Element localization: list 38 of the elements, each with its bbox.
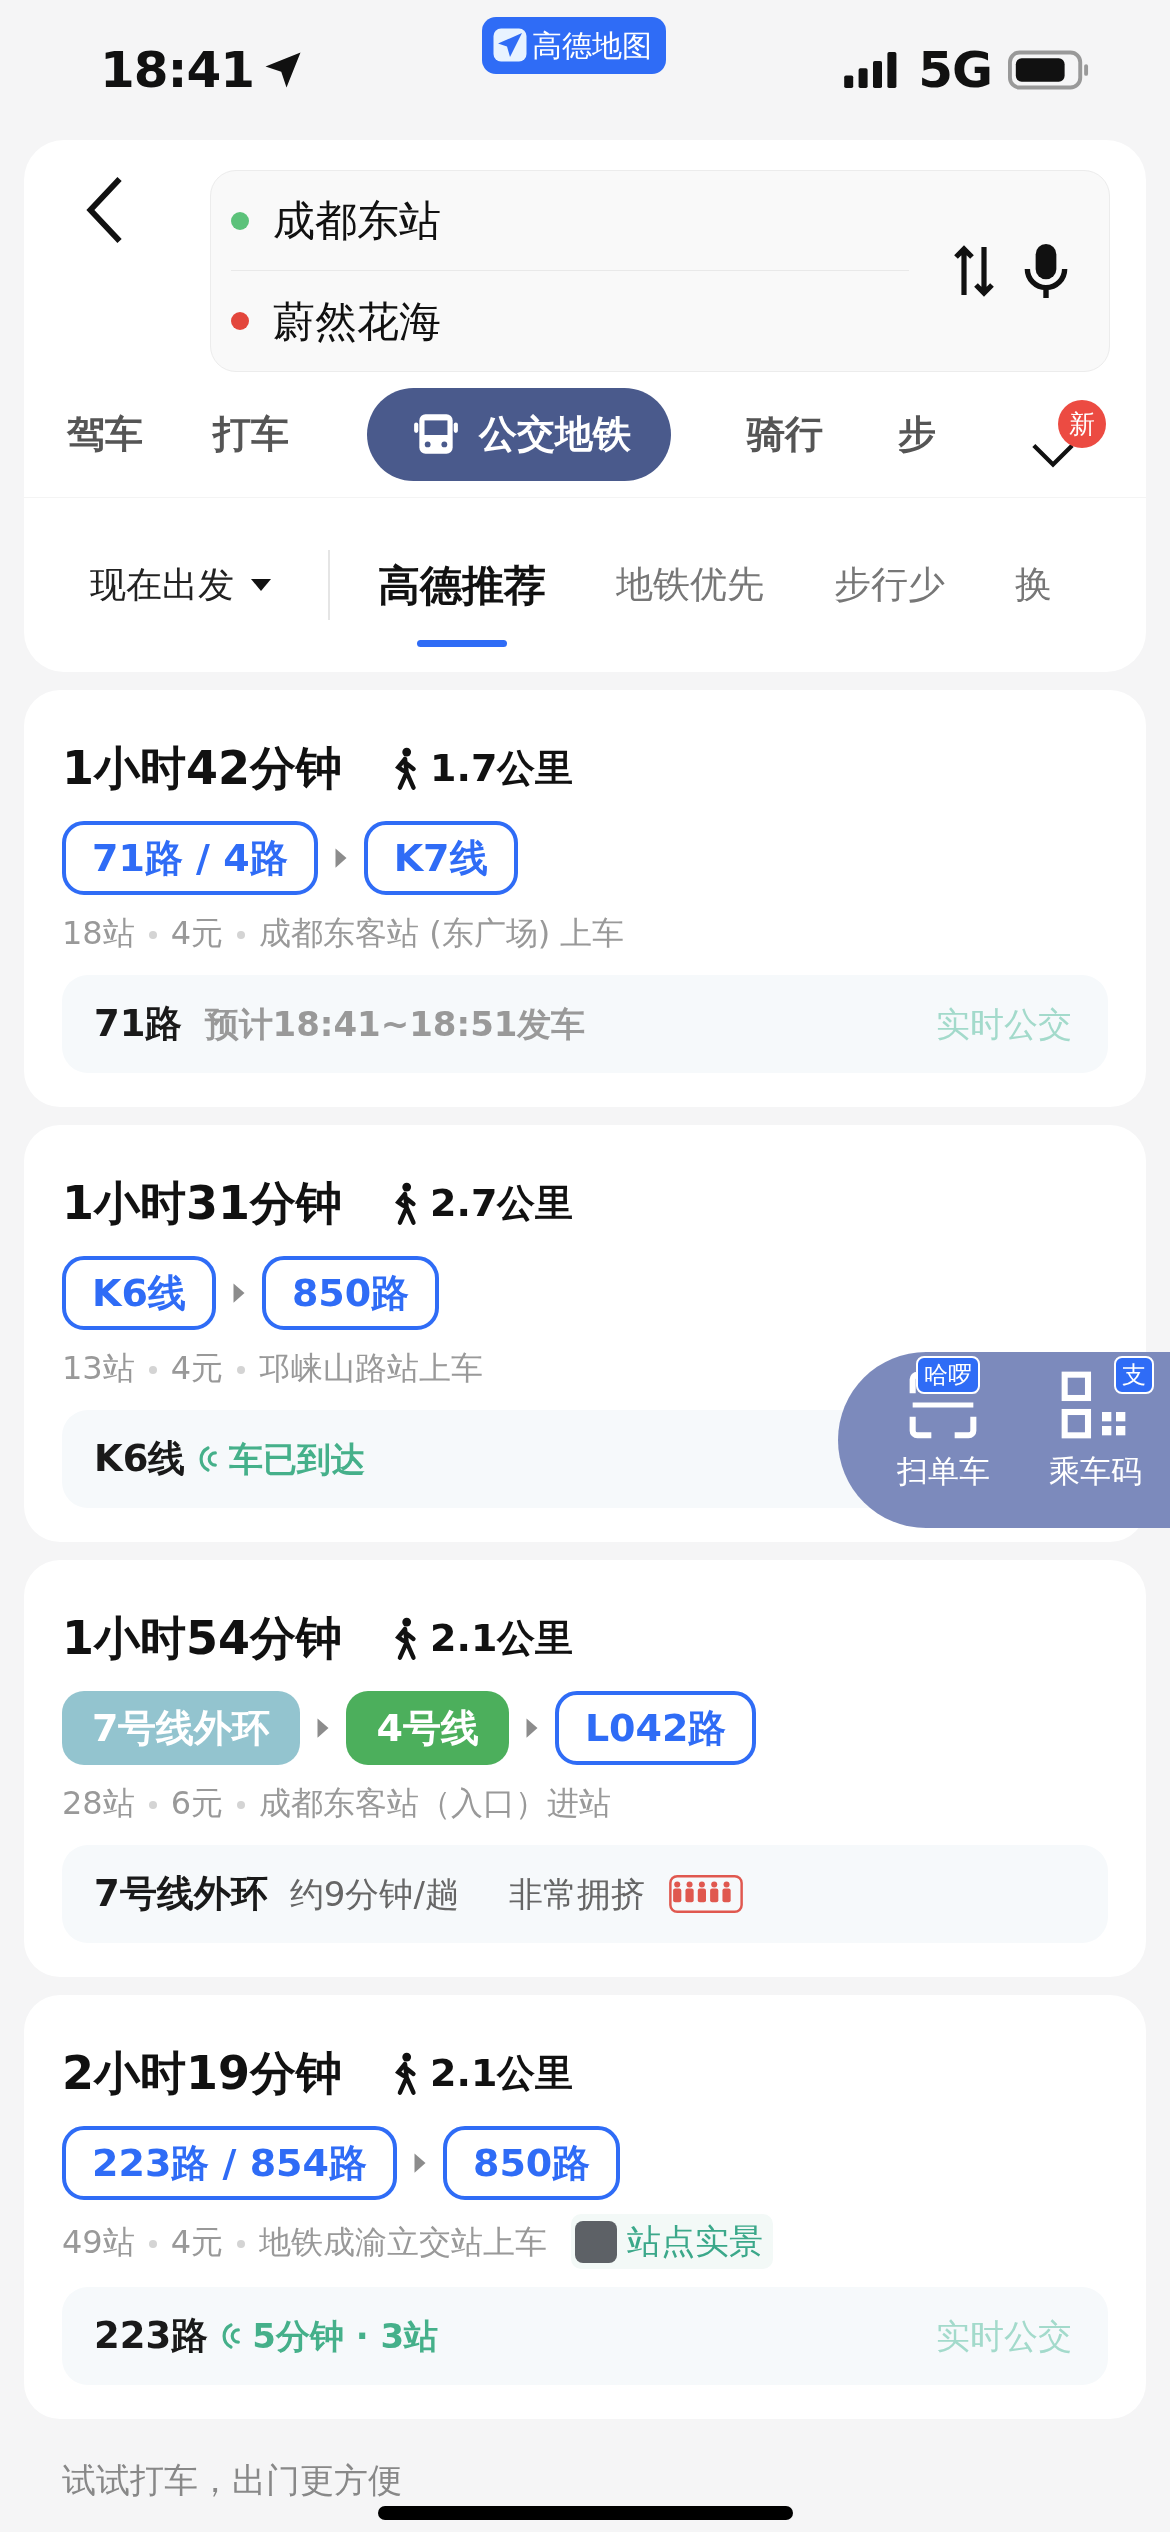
app-badge: 哈啰 [916,1356,980,1394]
arrival-status: 5分钟 · 3站 [252,2314,439,2358]
line-tag: 4号线 [346,1691,509,1765]
route-info: 13站 4元 邛崃山路站上车 [62,1348,484,1389]
line-tag: K7线 [363,821,518,895]
network-type: 5G [918,39,992,101]
walking-distance: 2.1公里 [430,1615,574,1662]
route-duration: 1小时54分钟 [62,1610,343,1667]
line-tag: 850路 [261,1256,440,1330]
realtime-line-name: 7号线外环 [94,1871,268,1918]
route-info: 49站 4元 地铁成渝立交站上车 [62,2221,548,2263]
train-frequency: 约9分钟/趟 [289,1872,459,1916]
route-duration: 1小时42分钟 [62,740,343,797]
line-tag: 7号线外环 [62,1691,301,1765]
realtime-line-name: 223路 [94,2313,209,2360]
realtime-line-name: K6线 [94,1436,186,1483]
route-info: 28站 6元 成都东客站（入口）进站 [62,1783,612,1824]
line-tag: 71路 / 4路 [62,821,318,895]
walking-distance: 2.1公里 [430,2050,574,2097]
realtime-line-name: 71路 [94,1001,183,1048]
realtime-bus-label: 实时公交 [936,2314,1072,2358]
departure-estimate: 预计18:41~18:51发车 [204,1002,586,1046]
walking-distance: 1.7公里 [430,745,574,792]
route-duration: 1小时31分钟 [62,1175,343,1232]
status-time: 18:41 [100,39,255,101]
route-duration: 2小时19分钟 [62,2045,343,2102]
realtime-bus-label: 实时公交 [936,1002,1072,1046]
taxi-suggestion-text: 试试打车，出门更方便 [62,2459,403,2502]
line-tag: 850路 [443,2126,621,2200]
new-badge: 新 [1058,399,1106,448]
app-badge: 支 [1114,1356,1154,1394]
line-tag: K6线 [62,1256,216,1330]
line-tag: 223路 / 854路 [62,2126,397,2200]
crowding-level: 非常拥挤 [508,1872,645,1916]
walking-distance: 2.7公里 [430,1180,574,1227]
arrival-status: 车已到达 [229,1437,366,1481]
route-info: 18站 4元 成都东客站 (东广场) 上车 [62,913,625,954]
line-tag: L042路 [554,1691,757,1765]
